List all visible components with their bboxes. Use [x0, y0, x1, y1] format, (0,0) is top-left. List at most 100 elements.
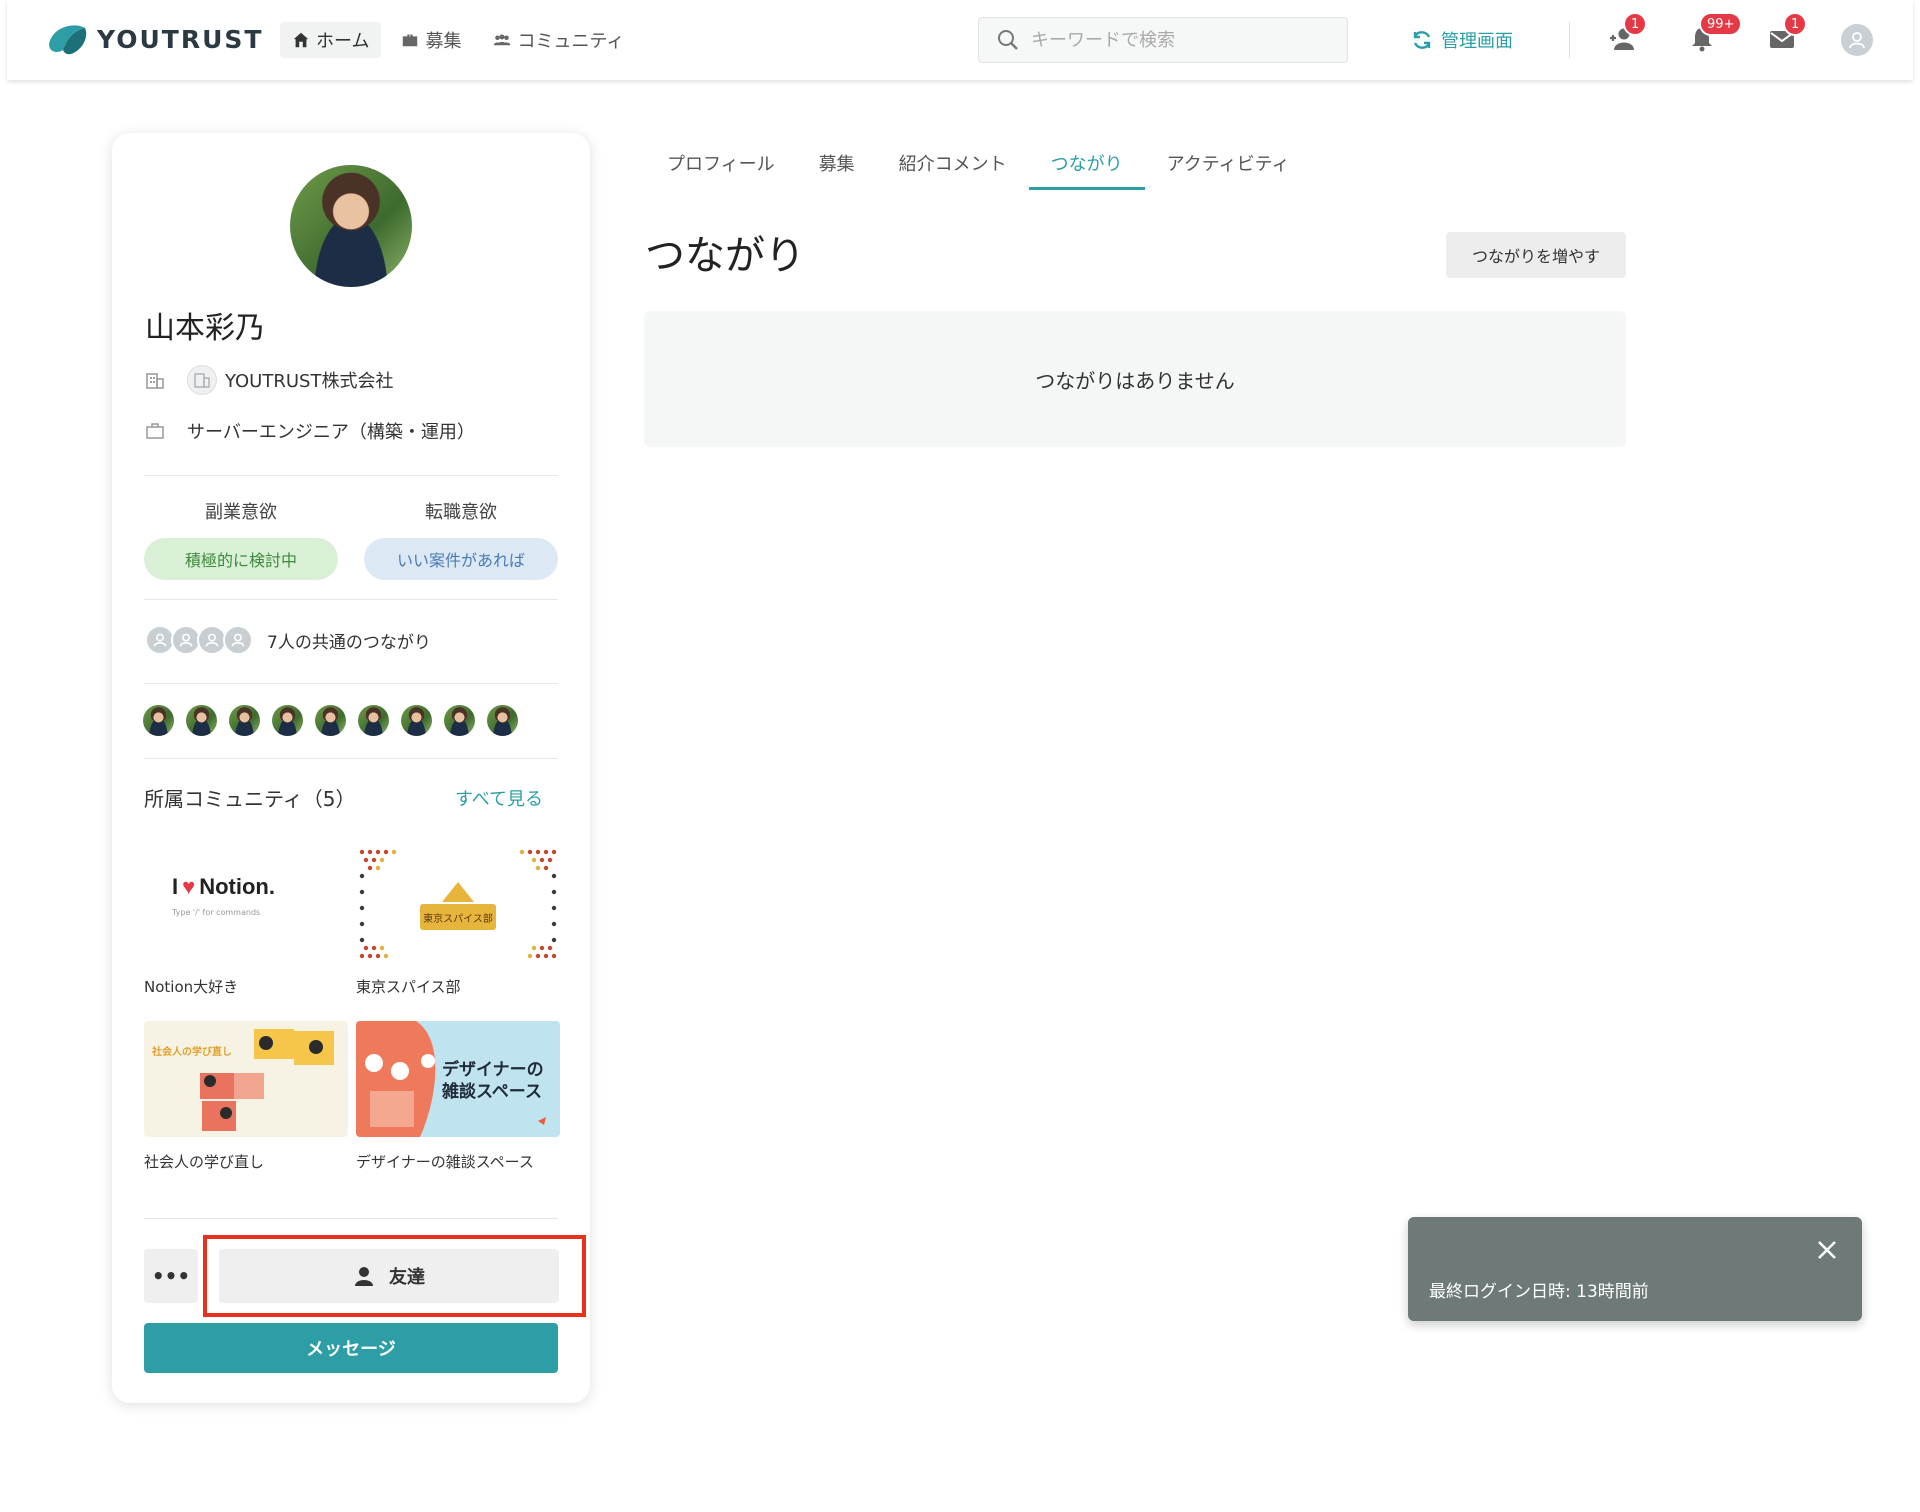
company-row: YOUTRUST株式会社	[145, 365, 393, 395]
side-job-badge: 積極的に検討中	[144, 538, 338, 580]
learning-illustration-icon	[200, 1029, 334, 1131]
tab-profile[interactable]: プロフィール	[645, 130, 797, 190]
community-label: デザイナーの雑談スペース	[356, 1153, 534, 1171]
divider	[144, 758, 558, 759]
friend-avatar[interactable]	[315, 705, 346, 736]
logo-text: YOUTRUST	[97, 24, 264, 54]
notification-button[interactable]: 99+	[1687, 12, 1743, 54]
community-icon	[494, 34, 511, 46]
user-icon	[1849, 32, 1865, 49]
admin-label: 管理画面	[1441, 31, 1513, 52]
message-inbox-button[interactable]: 1	[1767, 12, 1808, 54]
main-nav: ホーム 募集 コミュニティ	[280, 22, 636, 58]
home-icon	[293, 32, 309, 48]
more-options-button[interactable]: •••	[144, 1249, 198, 1303]
community-thumb-text: Notion.	[199, 874, 275, 899]
nav-jobs[interactable]: 募集	[389, 22, 473, 58]
admin-link[interactable]: 管理画面	[1411, 27, 1513, 53]
divider	[144, 475, 558, 476]
nav-jobs-label: 募集	[425, 31, 462, 52]
see-all-link[interactable]: すべて見る	[455, 785, 543, 811]
community-thumb-text-line2: 雑談スペース	[442, 1082, 542, 1102]
header-divider	[1569, 22, 1570, 58]
community-thumbnail: デザイナーの 雑談スペース	[356, 1021, 560, 1137]
notification-badge: 99+	[1699, 12, 1743, 36]
mutual-text: 7人の共通のつながり	[267, 632, 431, 653]
divider	[144, 683, 558, 684]
friend-avatar[interactable]	[186, 705, 217, 736]
close-icon[interactable]	[1814, 1237, 1840, 1263]
mutual-avatar	[223, 625, 253, 655]
friend-avatar[interactable]	[272, 705, 303, 736]
highlight-box	[203, 1235, 586, 1317]
heart-icon: ♥	[182, 874, 196, 899]
grow-connections-button[interactable]: つながりを増やす	[1446, 232, 1626, 278]
friend-avatar[interactable]	[229, 705, 260, 736]
top-header: YOUTRUST ホーム 募集 コミュニティ 管理画面 1 99+ 1	[7, 0, 1913, 80]
tab-jobs[interactable]: 募集	[797, 130, 877, 190]
community-thumbnail: I ♥ Notion. Type '/' for commands	[144, 846, 348, 962]
job-change-intent: 転職意欲 いい案件があれば	[364, 498, 558, 580]
youtrust-logo[interactable]: YOUTRUST	[45, 20, 263, 58]
profile-tabs: プロフィール 募集 紹介コメント つながり アクティビティ	[645, 130, 1312, 190]
page-title: つながり	[645, 233, 805, 279]
more-icon: •••	[151, 1264, 191, 1288]
user-avatar[interactable]	[1841, 24, 1873, 56]
job-change-label: 転職意欲	[425, 502, 497, 523]
communities-title: 所属コミュニティ（5）	[144, 787, 356, 811]
side-job-label: 副業意欲	[205, 502, 277, 523]
nav-community-label: コミュニティ	[517, 31, 625, 52]
nav-community[interactable]: コミュニティ	[481, 22, 636, 58]
toast-text: 最終ログイン日時: 13時間前	[1429, 1282, 1649, 1302]
spice-pattern-icon	[359, 849, 557, 959]
community-label: 東京スパイス部	[356, 978, 461, 996]
company-logo-icon	[187, 365, 217, 395]
empty-state: つながりはありません	[644, 311, 1626, 447]
friend-avatar[interactable]	[358, 705, 389, 736]
building-icon	[146, 373, 164, 389]
side-job-intent: 副業意欲 積極的に検討中	[144, 498, 338, 580]
friend-avatar[interactable]	[401, 705, 432, 736]
message-button[interactable]: メッセージ	[144, 1323, 558, 1373]
search-input[interactable]	[1031, 29, 1311, 51]
company-name[interactable]: YOUTRUST株式会社	[225, 367, 393, 393]
community-thumbnail: 東京スパイス部	[356, 846, 560, 962]
tab-referral-comments[interactable]: 紹介コメント	[877, 130, 1029, 190]
community-card[interactable]: 社会人の学び直し 社会人の学び直し	[144, 1021, 348, 1172]
profile-name: 山本彩乃	[145, 311, 265, 346]
friend-request-badge: 1	[1623, 12, 1648, 36]
friend-avatar[interactable]	[143, 705, 174, 736]
message-badge: 1	[1783, 12, 1808, 36]
friend-avatar[interactable]	[487, 705, 518, 736]
last-login-toast: 最終ログイン日時: 13時間前	[1408, 1217, 1862, 1321]
community-card[interactable]: I ♥ Notion. Type '/' for commands Notion…	[144, 846, 348, 997]
tab-connections[interactable]: つながり	[1028, 130, 1145, 190]
community-card[interactable]: デザイナーの 雑談スペース デザイナーの雑談スペース	[356, 1021, 560, 1172]
briefcase-outline-icon	[146, 423, 164, 439]
logo-mark-icon	[45, 20, 91, 58]
empty-message: つながりはありません	[1035, 368, 1235, 393]
community-label: 社会人の学び直し	[144, 1153, 265, 1171]
friend-request-button[interactable]: 1	[1607, 12, 1648, 54]
search-box[interactable]	[978, 17, 1348, 63]
profile-card: 山本彩乃 YOUTRUST株式会社 サーバーエンジニア（構築・運用） 副業意欲 …	[112, 133, 590, 1403]
nav-home-label: ホーム	[316, 31, 370, 52]
job-title: サーバーエンジニア（構築・運用）	[187, 422, 475, 443]
job-row: サーバーエンジニア（構築・運用）	[145, 418, 475, 444]
community-thumb-text: 東京スパイス部	[423, 914, 493, 925]
briefcase-icon	[403, 34, 418, 47]
community-thumb-text-line1: デザイナーの	[442, 1060, 544, 1080]
mutual-avatars	[145, 625, 253, 655]
job-change-badge: いい案件があれば	[364, 538, 558, 580]
mutual-connections[interactable]: 7人の共通のつながり	[145, 625, 431, 655]
nav-home[interactable]: ホーム	[280, 22, 382, 58]
community-thumbnail: 社会人の学び直し	[144, 1021, 348, 1137]
community-card[interactable]: 東京スパイス部 東京スパイス部	[356, 846, 560, 997]
divider	[144, 599, 558, 600]
friend-avatars-row	[143, 705, 518, 736]
profile-photo	[290, 165, 412, 287]
search-icon	[998, 30, 1018, 50]
friend-avatar[interactable]	[444, 705, 475, 736]
community-thumb-subtext: Type '/' for commands	[172, 908, 261, 917]
tab-activity[interactable]: アクティビティ	[1145, 130, 1312, 190]
